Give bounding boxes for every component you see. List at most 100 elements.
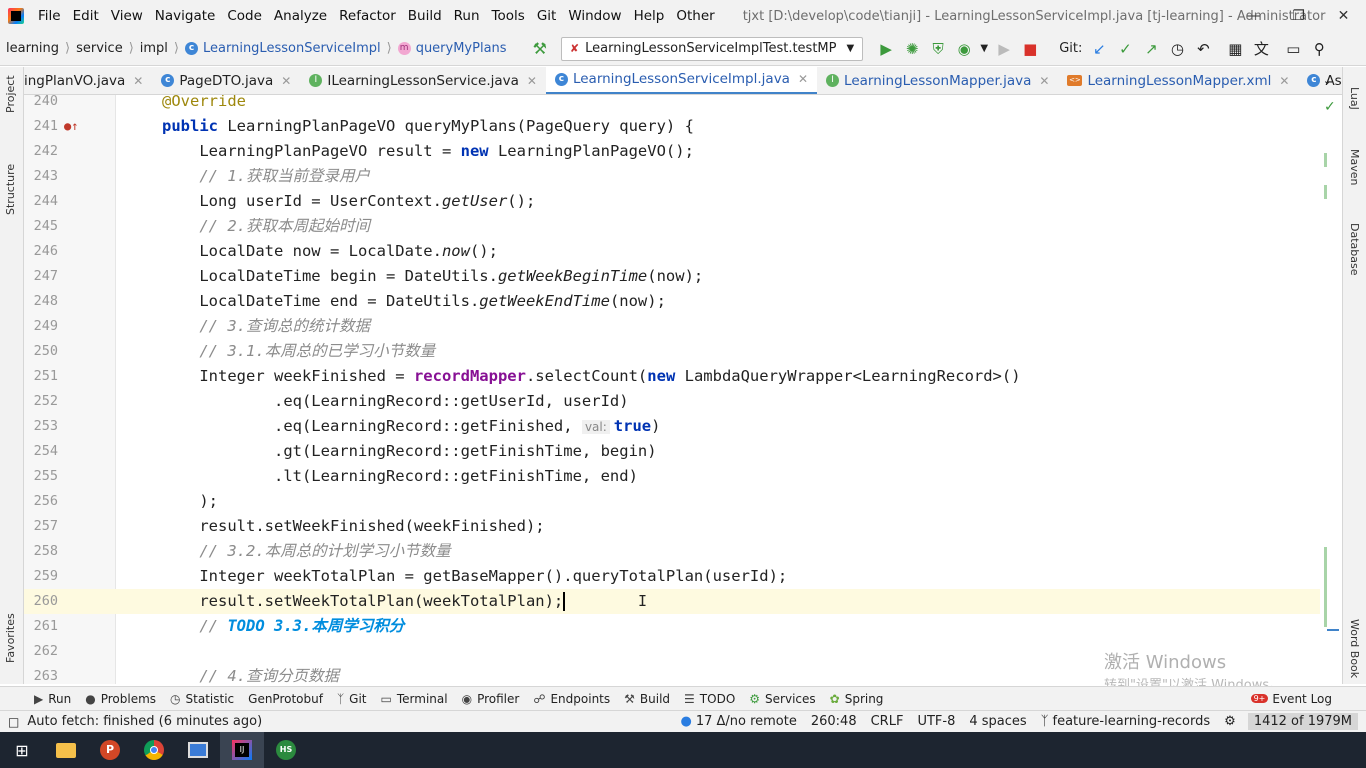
close-icon[interactable]: ✕ [527, 74, 537, 88]
line-separator[interactable]: CRLF [871, 714, 904, 729]
close-icon[interactable]: ✕ [798, 72, 808, 86]
project-tool-button[interactable]: Project [4, 75, 17, 113]
tab-ilearninglessonservice[interactable]: I ILearningLessonService.java ✕ [300, 67, 546, 94]
override-marker-icon[interactable]: ●↑ [64, 114, 78, 139]
close-icon[interactable]: ✕ [1279, 74, 1289, 88]
hammer-build-icon[interactable]: ⚒ [533, 39, 547, 58]
menu-analyze[interactable]: Analyze [268, 8, 333, 24]
git-sync-status[interactable]: 17 Δ/no remote [696, 714, 797, 729]
close-icon[interactable]: ✕ [1321, 0, 1366, 32]
close-icon[interactable]: ✕ [281, 74, 291, 88]
favorites-tool-button[interactable]: Favorites [4, 613, 17, 663]
breadcrumb-class[interactable]: LearningLessonServiceImpl [203, 41, 381, 56]
git-branch[interactable]: feature-learning-records [1053, 714, 1211, 729]
tool-genprotobuf[interactable]: GenProtobuf [248, 692, 323, 706]
code-editor[interactable]: 240 @Override 241 ●↑ public LearningPlanPag… [24, 95, 1342, 684]
breadcrumb-service[interactable]: service [76, 41, 123, 56]
hs-app-icon[interactable]: HS [264, 732, 308, 768]
powerpoint-icon[interactable]: P [88, 732, 132, 768]
tool-event-log[interactable]: 9+ Event Log [1250, 692, 1332, 706]
file-explorer-icon[interactable] [44, 732, 88, 768]
class-icon: c [554, 72, 568, 86]
editor-markers-strip[interactable]: ✓ [1320, 95, 1342, 684]
tool-build[interactable]: ⚒ Build [624, 692, 670, 706]
menu-tools[interactable]: Tools [486, 8, 531, 24]
todo-list-icon: ☰ [684, 691, 695, 706]
profile-icon[interactable]: ◉ [951, 40, 977, 58]
tab-pagedto[interactable]: c PageDTO.java ✕ [152, 67, 300, 94]
close-icon[interactable]: ✕ [133, 74, 143, 88]
tool-endpoints[interactable]: ☍ Endpoints [533, 692, 610, 706]
tool-git[interactable]: ᛉ Git [337, 692, 367, 706]
status-panel-icon[interactable]: □ [8, 715, 19, 729]
breadcrumb-method[interactable]: queryMyPlans [416, 41, 507, 56]
menu-code[interactable]: Code [221, 8, 268, 24]
memory-indicator[interactable]: 1412 of 1979M [1247, 713, 1358, 730]
restore-icon[interactable]: ❐ [1276, 0, 1321, 32]
tool-profiler[interactable]: ◉ Profiler [462, 692, 520, 706]
windows-start-icon[interactable]: ⊞ [0, 732, 44, 768]
intellij-taskbar-icon[interactable]: IJ [220, 732, 264, 768]
menu-git[interactable]: Git [531, 8, 563, 24]
class-icon: c [1307, 74, 1321, 87]
run-icon[interactable]: ▶ [873, 40, 899, 58]
menu-other[interactable]: Other [670, 8, 720, 24]
tab-learninglessonmapper-java[interactable]: I LearningLessonMapper.java ✕ [817, 67, 1058, 94]
menu-run[interactable]: Run [448, 8, 486, 24]
menu-view[interactable]: View [105, 8, 149, 24]
tab-learninglessonserviceimpl[interactable]: c LearningLessonServiceImpl.java ✕ [545, 67, 818, 94]
breadcrumb-impl[interactable]: impl [140, 41, 168, 56]
caret-position[interactable]: 260:48 [811, 714, 857, 729]
tab-learninglessonmapper-xml[interactable]: <> LearningLessonMapper.xml ✕ [1058, 67, 1298, 94]
tab-assertutils[interactable]: cAssertUtils.java [1298, 67, 1342, 94]
tool-problems[interactable]: ● Problems [85, 692, 156, 706]
debug-icon[interactable]: ✺ [899, 40, 925, 58]
rollback-icon[interactable]: ↶ [1190, 40, 1216, 58]
snipping-tool-icon[interactable] [176, 732, 220, 768]
tool-run[interactable]: ▶ Run [34, 692, 71, 706]
translate-icon[interactable]: 文 [1248, 38, 1274, 59]
menu-navigate[interactable]: Navigate [149, 8, 222, 24]
structure-tool-button[interactable]: Structure [4, 164, 17, 215]
breadcrumb-module[interactable]: learning [6, 41, 59, 56]
coverage-icon[interactable]: ⛨ [925, 40, 951, 58]
tab-list-chevron-icon[interactable]: ⌄ [1323, 74, 1332, 87]
tool-terminal[interactable]: ▭ Terminal [381, 692, 448, 706]
update-project-icon[interactable]: ↙ [1086, 40, 1112, 58]
chrome-icon[interactable] [132, 732, 176, 768]
run-configuration-select[interactable]: ✘ LearningLessonServiceImplTest.testMP ▼ [560, 36, 864, 61]
tool-spring[interactable]: ✿ Spring [830, 692, 884, 706]
tab-learningplanvo[interactable]: ingPlanVO.java ✕ [24, 67, 152, 94]
luaj-tool-button[interactable]: LuaJ [1348, 87, 1361, 110]
menu-file[interactable]: File [32, 8, 67, 24]
menu-help[interactable]: Help [628, 8, 671, 24]
presentation-icon[interactable]: ▭ [1280, 40, 1306, 58]
project-structure-icon[interactable]: ▦ [1222, 40, 1248, 58]
stop-icon[interactable]: ■ [1017, 40, 1043, 58]
history-icon[interactable]: ◷ [1164, 40, 1190, 58]
indent-setting[interactable]: 4 spaces [969, 714, 1026, 729]
word-book-tool-button[interactable]: Word Book [1348, 619, 1361, 678]
chevron-down-icon: ▼ [846, 43, 855, 54]
tab-label: PageDTO.java [179, 72, 274, 89]
tool-todo[interactable]: ☰ TODO [684, 692, 735, 706]
push-icon[interactable]: ↗ [1138, 40, 1164, 58]
menu-window[interactable]: Window [562, 8, 627, 24]
database-tool-button[interactable]: Database [1348, 223, 1361, 276]
more-run-icon[interactable]: ▼ [977, 43, 991, 54]
minimize-icon[interactable]: — [1231, 0, 1276, 32]
resume-icon[interactable]: ▶ [991, 40, 1017, 58]
search-icon[interactable]: ⚲ [1306, 40, 1332, 58]
menu-refactor[interactable]: Refactor [333, 8, 402, 24]
no-problems-check-icon[interactable]: ✓ [1324, 99, 1336, 115]
tool-services[interactable]: ⚙ Services [749, 692, 815, 706]
commit-icon[interactable]: ✓ [1112, 40, 1138, 58]
git-toolbar: ↙ ✓ ↗ ◷ ↶ ▦ 文 ▭ ⚲ [1086, 38, 1332, 59]
menu-build[interactable]: Build [402, 8, 448, 24]
settings-gear-icon[interactable]: ⚙ [1224, 714, 1236, 729]
close-icon[interactable]: ✕ [1039, 74, 1049, 88]
tool-statistic[interactable]: ◷ Statistic [170, 692, 234, 706]
file-encoding[interactable]: UTF-8 [917, 714, 955, 729]
menu-edit[interactable]: Edit [67, 8, 105, 24]
maven-tool-button[interactable]: Maven [1348, 149, 1361, 185]
